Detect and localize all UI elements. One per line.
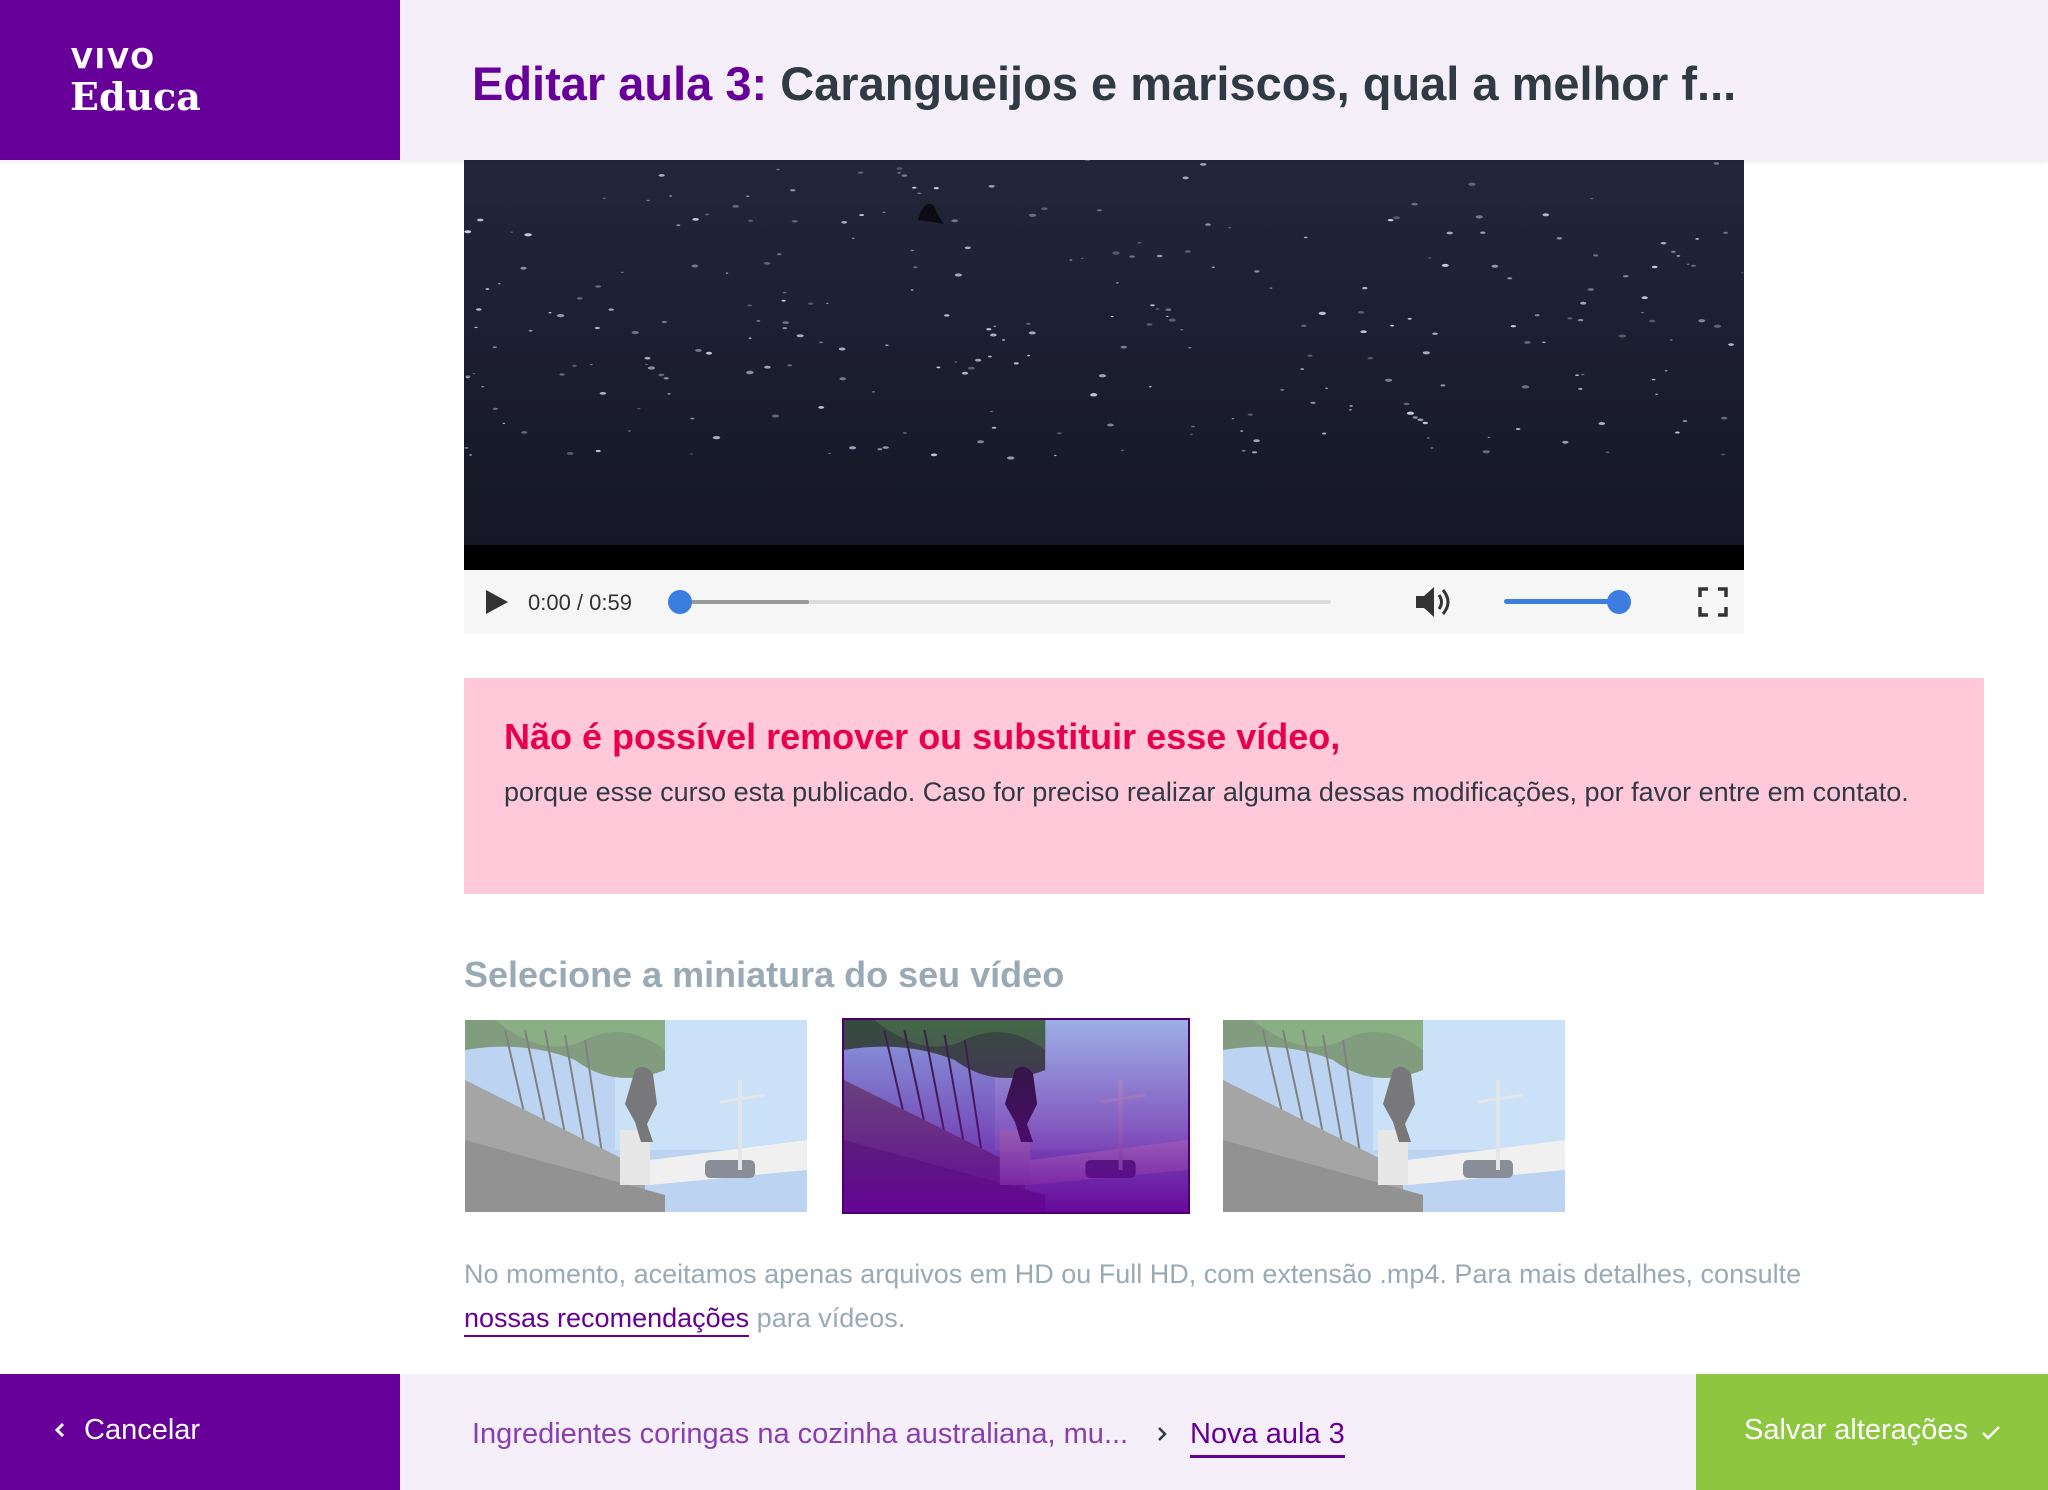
page-title-prefix: Editar aula 3:	[472, 57, 768, 110]
cancel-button-label: Cancelar	[84, 1414, 201, 1446]
video-time: 0:00 / 0:59	[528, 590, 632, 615]
alert-body: porque esse curso esta publicado. Caso f…	[504, 777, 1909, 807]
thumbnail-unselected-overlay	[465, 1020, 807, 1212]
video-format-hint: No momento, aceitamos apenas arquivos em…	[464, 1252, 1844, 1340]
alert-title: Não é possível remover ou substituir ess…	[504, 716, 1341, 757]
volume-handle[interactable]	[1607, 590, 1631, 614]
thumbnail-selected-overlay	[844, 1020, 1188, 1212]
video-letterbox-bar	[464, 545, 1744, 570]
header: VIVO Educa Editar aula 3: Carangueijos e…	[0, 0, 2048, 160]
video-controls: 0:00 / 0:59	[464, 570, 1744, 634]
page-title: Editar aula 3: Carangueijos e mariscos, …	[472, 56, 1736, 111]
save-changes-button[interactable]: Salvar alterações	[1696, 1374, 2048, 1490]
seek-bar[interactable]	[679, 600, 1331, 604]
logo-educa-text: Educa	[70, 74, 201, 119]
hint-text-before: No momento, aceitamos apenas arquivos em…	[464, 1259, 1802, 1289]
thumbnail-option-2-selected[interactable]	[842, 1018, 1190, 1214]
vivo-educa-logo[interactable]: VIVO Educa	[0, 0, 400, 160]
fullscreen-icon[interactable]	[1698, 587, 1728, 617]
cancel-button[interactable]: Cancelar	[0, 1374, 400, 1490]
video-frame-image	[464, 160, 1744, 545]
publish-warning-alert: Não é possível remover ou substituir ess…	[464, 678, 1984, 894]
thumbnail-section-title: Selecione a miniatura do seu vídeo	[464, 954, 1065, 995]
recommendations-link[interactable]: nossas recomendações	[464, 1303, 750, 1337]
play-icon[interactable]	[484, 588, 510, 616]
chevron-right-icon	[1158, 1427, 1167, 1441]
volume-slider[interactable]	[1504, 599, 1612, 604]
hint-text-after: para vídeos.	[749, 1303, 906, 1333]
check-icon	[1982, 1426, 2000, 1440]
breadcrumb-current-lesson[interactable]: Nova aula 3	[1190, 1418, 1345, 1458]
thumbnail-unselected-overlay	[1223, 1020, 1565, 1212]
logo-vivo-text: VIVO	[71, 42, 157, 75]
video-player[interactable]	[464, 160, 1744, 570]
thumbnail-option-3[interactable]	[1223, 1020, 1565, 1212]
footer-bar: Cancelar Ingredientes coringas na cozinh…	[0, 1374, 2048, 1490]
save-button-label: Salvar alterações	[1744, 1414, 1969, 1446]
thumbnail-option-1[interactable]	[465, 1020, 807, 1212]
breadcrumb-course[interactable]: Ingredientes coringas na cozinha austral…	[472, 1418, 1128, 1451]
page-title-lesson-name: Carangueijos e mariscos, qual a melhor f…	[767, 57, 1737, 110]
seek-buffered	[679, 600, 810, 604]
volume-icon[interactable]	[1414, 584, 1454, 620]
seek-handle[interactable]	[668, 590, 692, 614]
chevron-left-icon	[54, 1422, 65, 1438]
